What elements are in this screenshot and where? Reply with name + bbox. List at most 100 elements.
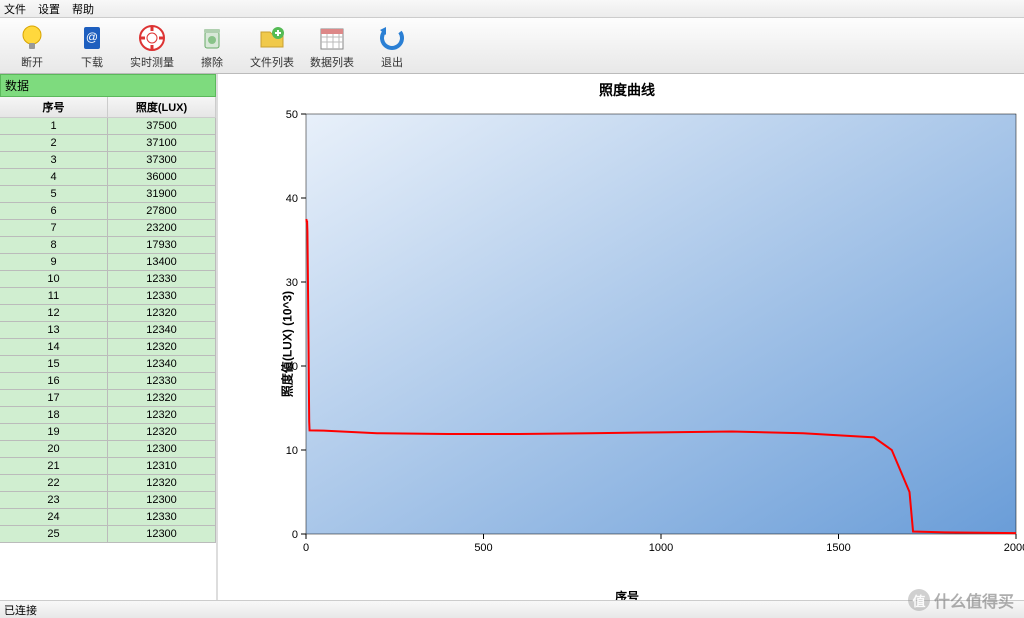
cell-index: 18 <box>0 407 108 423</box>
table-row[interactable]: 817930 <box>0 237 216 254</box>
cell-lux: 37100 <box>108 135 216 151</box>
cell-lux: 12340 <box>108 356 216 372</box>
table-row[interactable]: 337300 <box>0 152 216 169</box>
clear-button[interactable]: 擦除 <box>186 20 238 71</box>
table-row[interactable]: 531900 <box>0 186 216 203</box>
table-body[interactable]: 1375002371003373004360005319006278007232… <box>0 118 216 600</box>
undo-arrow-icon <box>376 22 408 54</box>
disconnect-button[interactable]: 断开 <box>6 20 58 71</box>
cell-index: 10 <box>0 271 108 287</box>
cell-index: 9 <box>0 254 108 270</box>
filelist-button[interactable]: 文件列表 <box>246 20 298 71</box>
cell-lux: 12330 <box>108 271 216 287</box>
table-row[interactable]: 1712320 <box>0 390 216 407</box>
table-row[interactable]: 723200 <box>0 220 216 237</box>
table-row[interactable]: 627800 <box>0 203 216 220</box>
table-row[interactable]: 1312340 <box>0 322 216 339</box>
table-row[interactable]: 137500 <box>0 118 216 135</box>
folder-plus-icon <box>256 22 288 54</box>
download-button[interactable]: @ 下载 <box>66 20 118 71</box>
table-row[interactable]: 1112330 <box>0 288 216 305</box>
svg-text:0: 0 <box>303 542 309 554</box>
col-index: 序号 <box>0 97 108 117</box>
table-row[interactable]: 2512300 <box>0 526 216 543</box>
table-row[interactable]: 2312300 <box>0 492 216 509</box>
table-row[interactable]: 2412330 <box>0 509 216 526</box>
cell-index: 15 <box>0 356 108 372</box>
cell-index: 1 <box>0 118 108 134</box>
cell-index: 11 <box>0 288 108 304</box>
table-row[interactable]: 237100 <box>0 135 216 152</box>
clear-label: 擦除 <box>201 54 223 70</box>
table-row[interactable]: 1812320 <box>0 407 216 424</box>
table-row[interactable]: 2012300 <box>0 441 216 458</box>
cell-index: 6 <box>0 203 108 219</box>
calendar-icon <box>316 22 348 54</box>
cell-lux: 37300 <box>108 152 216 168</box>
cell-lux: 27800 <box>108 203 216 219</box>
trash-icon <box>196 22 228 54</box>
svg-text:40: 40 <box>286 193 298 205</box>
cell-index: 13 <box>0 322 108 338</box>
cell-lux: 12320 <box>108 424 216 440</box>
table-row[interactable]: 913400 <box>0 254 216 271</box>
cell-lux: 36000 <box>108 169 216 185</box>
chart-ylabel: 照度值(LUX) (10^3) <box>279 291 296 397</box>
table-row[interactable]: 1412320 <box>0 339 216 356</box>
menu-help[interactable]: 帮助 <box>72 1 94 16</box>
cell-index: 12 <box>0 305 108 321</box>
svg-text:0: 0 <box>292 529 298 541</box>
filelist-label: 文件列表 <box>250 54 294 70</box>
cell-lux: 12320 <box>108 390 216 406</box>
table-row[interactable]: 1912320 <box>0 424 216 441</box>
table-row[interactable]: 1012330 <box>0 271 216 288</box>
realtime-label: 实时测量 <box>130 54 174 70</box>
table-row[interactable]: 1212320 <box>0 305 216 322</box>
cell-index: 17 <box>0 390 108 406</box>
cell-index: 20 <box>0 441 108 457</box>
cell-lux: 12320 <box>108 305 216 321</box>
svg-text:1500: 1500 <box>826 542 850 554</box>
cell-index: 24 <box>0 509 108 525</box>
cell-index: 19 <box>0 424 108 440</box>
data-panel: 数据 序号 照度(LUX) 13750023710033730043600053… <box>0 74 218 600</box>
cell-index: 2 <box>0 135 108 151</box>
datalist-button[interactable]: 数据列表 <box>306 20 358 71</box>
svg-text:@: @ <box>86 30 98 44</box>
table-row[interactable]: 2112310 <box>0 458 216 475</box>
table-row[interactable]: 1512340 <box>0 356 216 373</box>
cell-lux: 23200 <box>108 220 216 236</box>
cell-lux: 12300 <box>108 526 216 542</box>
cell-index: 16 <box>0 373 108 389</box>
menu-file[interactable]: 文件 <box>4 1 26 16</box>
cell-lux: 12330 <box>108 373 216 389</box>
cell-index: 5 <box>0 186 108 202</box>
data-panel-header: 数据 <box>0 74 216 97</box>
table-header: 序号 照度(LUX) <box>0 97 216 118</box>
svg-text:2000: 2000 <box>1004 542 1024 554</box>
cell-index: 22 <box>0 475 108 491</box>
download-label: 下载 <box>81 54 103 70</box>
col-lux: 照度(LUX) <box>108 97 216 117</box>
realtime-button[interactable]: 实时测量 <box>126 20 178 71</box>
cell-lux: 12310 <box>108 458 216 474</box>
lifebuoy-icon <box>136 22 168 54</box>
cell-lux: 12320 <box>108 475 216 491</box>
cell-lux: 12320 <box>108 339 216 355</box>
datalist-label: 数据列表 <box>310 54 354 70</box>
cell-index: 25 <box>0 526 108 542</box>
svg-text:50: 50 <box>286 109 298 121</box>
cell-lux: 31900 <box>108 186 216 202</box>
menu-settings[interactable]: 设置 <box>38 1 60 16</box>
table-row[interactable]: 436000 <box>0 169 216 186</box>
svg-text:500: 500 <box>474 542 492 554</box>
cell-index: 14 <box>0 339 108 355</box>
status-bar: 已连接 <box>0 600 1024 618</box>
cell-lux: 12340 <box>108 322 216 338</box>
table-row[interactable]: 1612330 <box>0 373 216 390</box>
table-row[interactable]: 2212320 <box>0 475 216 492</box>
cell-lux: 12320 <box>108 407 216 423</box>
exit-button[interactable]: 退出 <box>366 20 418 71</box>
cell-lux: 12330 <box>108 509 216 525</box>
chart-panel: 照度曲线 照度值(LUX) (10^3) 0500100015002000010… <box>218 74 1024 600</box>
